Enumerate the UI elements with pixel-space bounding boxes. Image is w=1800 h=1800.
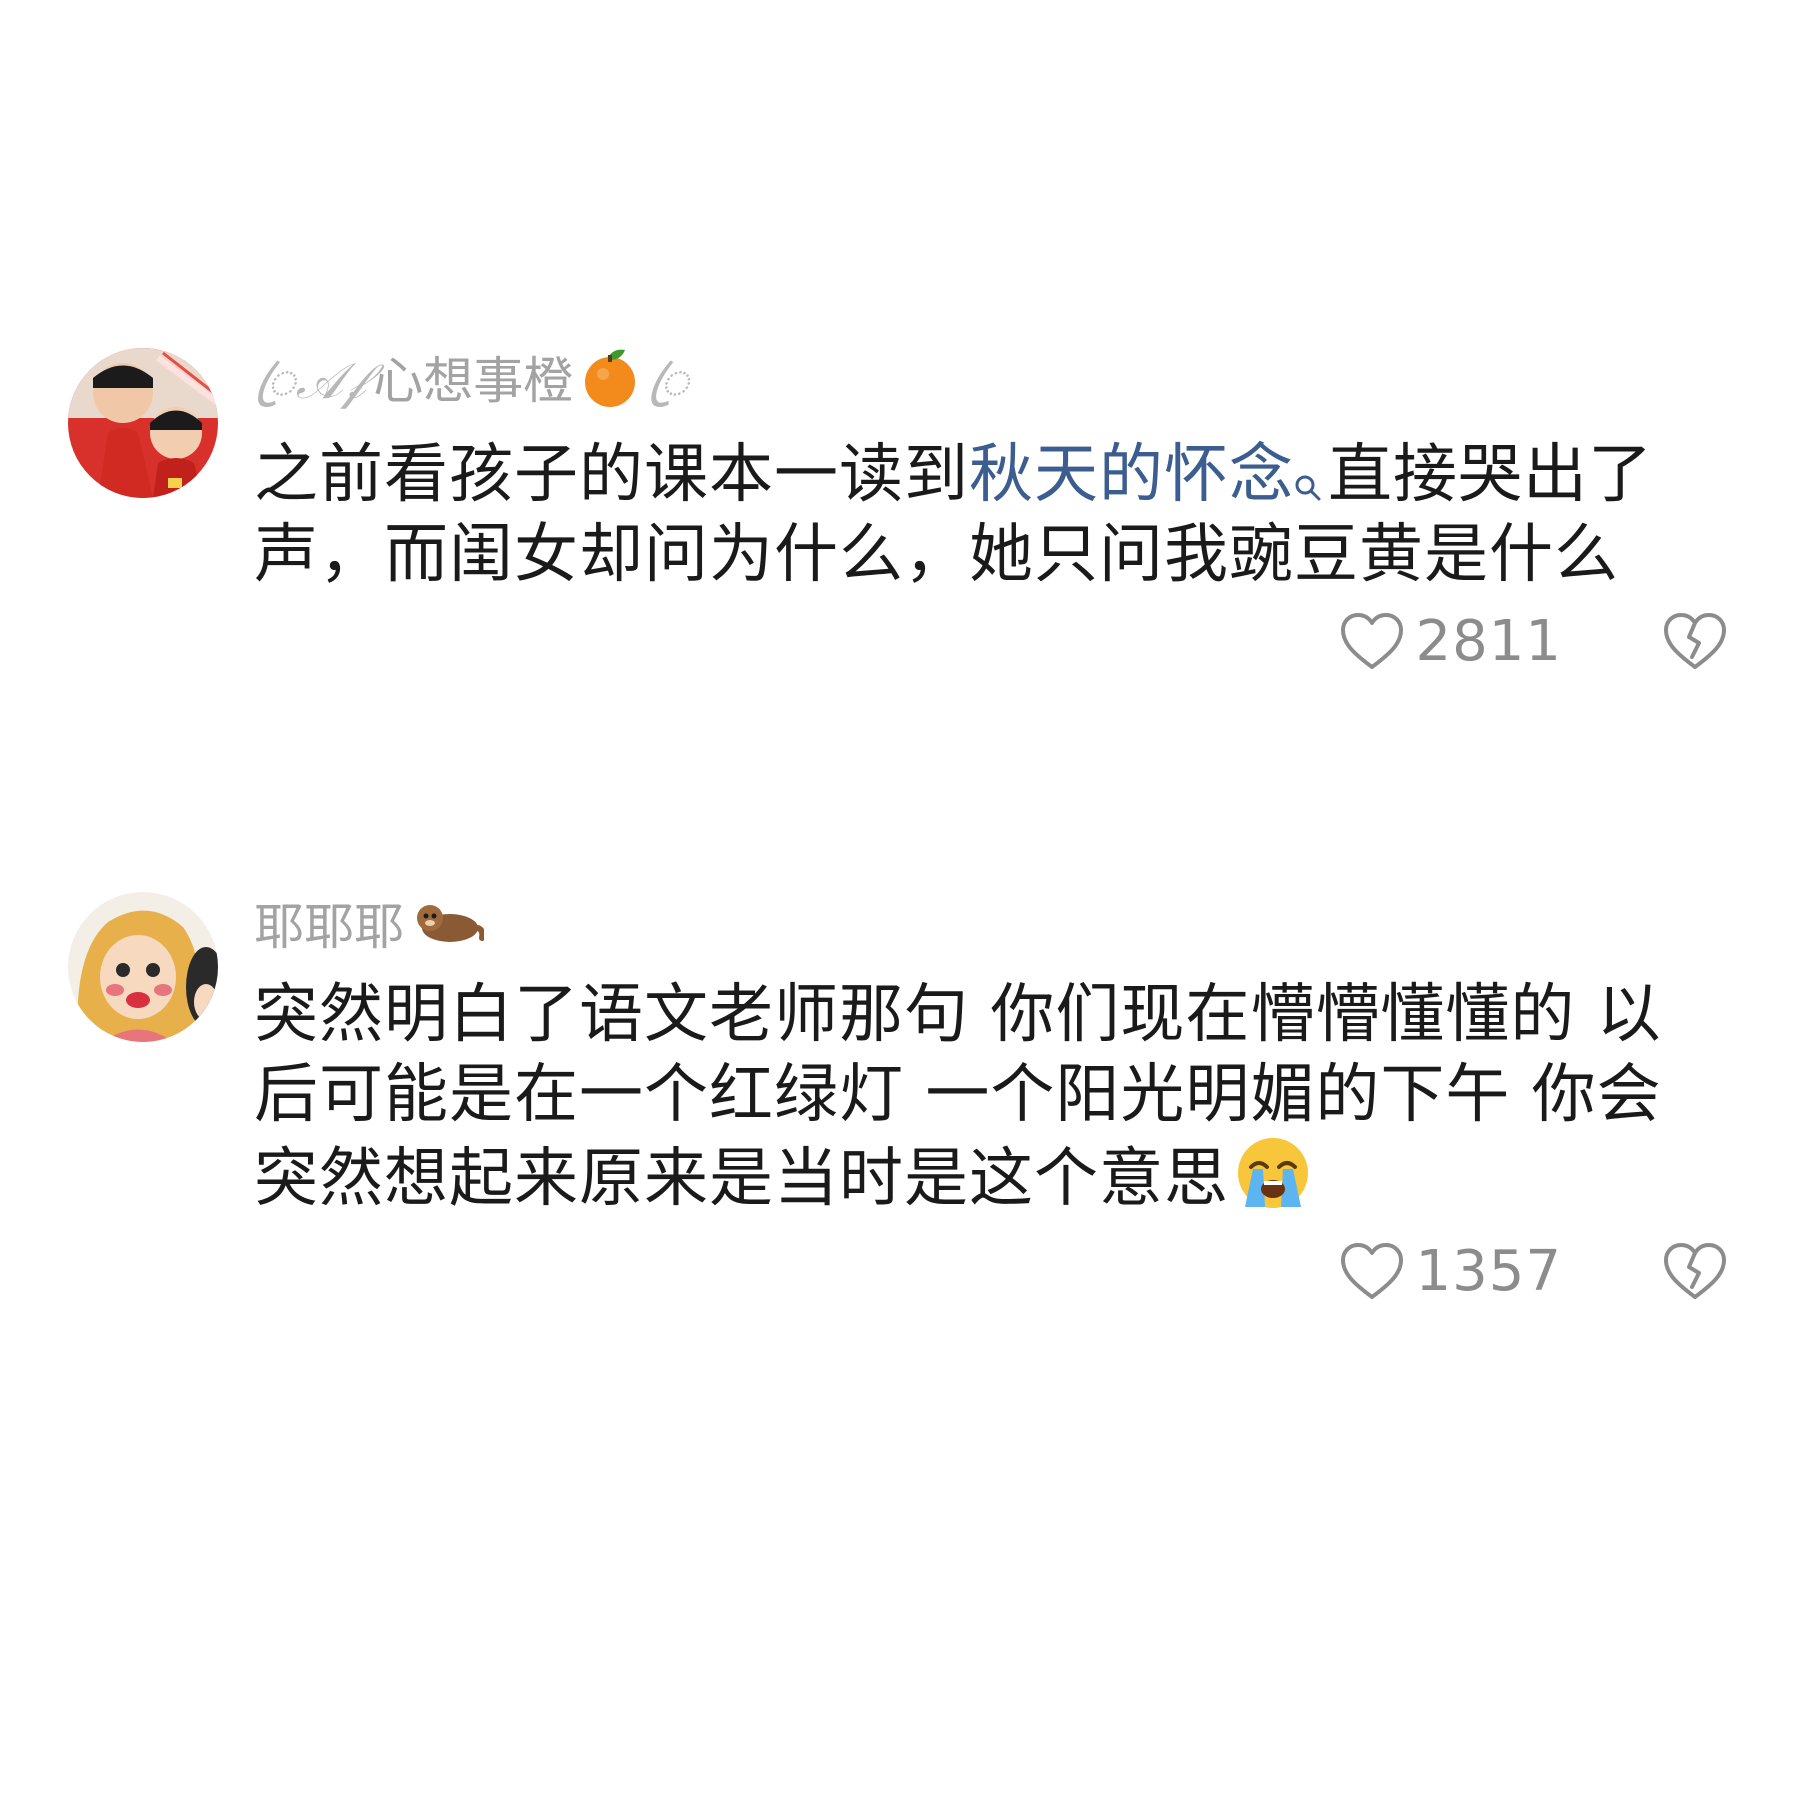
username-text: 耶耶耶 [254, 898, 404, 956]
broken-heart-icon [1664, 1243, 1726, 1299]
heart-icon [1339, 611, 1405, 671]
search-icon [1294, 441, 1322, 501]
dislike-button[interactable] [1662, 1241, 1728, 1301]
broken-heart-icon [1664, 613, 1726, 669]
like-button[interactable]: 1357 [1339, 1239, 1562, 1304]
comment-text-body: 突然明白了语文老师那句 你们现在懵懵懂懂的 以后可能是在一个红绿灯 一个阳光明媚… [254, 978, 1662, 1217]
avatar[interactable] [68, 348, 218, 498]
comment-text: 之前看孩子的课本一读到秋天的怀念 直接哭出了声，而闺女却问为什么，她只问我豌豆黄是… [254, 435, 1714, 595]
comment-text-before: 之前看孩子的课本一读到 [254, 438, 969, 512]
like-count: 2811 [1415, 608, 1562, 674]
username-prefix: ꦿ𝒜𝒻 [254, 352, 366, 410]
heart-icon [1339, 1241, 1405, 1301]
like-button[interactable]: 2811 [1339, 609, 1562, 674]
username-suffix: ꦿ [647, 352, 689, 410]
comment-text: 突然明白了语文老师那句 你们现在懵懵懂懂的 以后可能是在一个红绿灯 一个阳光明媚… [254, 975, 1714, 1230]
tangerine-emoji [581, 346, 639, 416]
avatar[interactable] [68, 892, 218, 1042]
username-text: 心想事橙 [373, 352, 574, 410]
search-link-text: 秋天的怀念 [969, 438, 1294, 512]
loudly-crying-face-emoji [1235, 1135, 1311, 1230]
like-count: 1357 [1415, 1238, 1562, 1304]
username[interactable]: ꦿ𝒜𝒻 心想事橙 ꦿ [254, 346, 689, 416]
otter-emoji [412, 898, 486, 956]
username[interactable]: 耶耶耶 [254, 898, 486, 956]
search-link[interactable]: 秋天的怀念 [969, 438, 1328, 512]
avatar-photo [68, 348, 218, 498]
comment-actions: 1357 [1339, 1236, 1728, 1306]
comment-actions: 2811 [1339, 606, 1728, 676]
dislike-button[interactable] [1662, 611, 1728, 671]
avatar-cartoon [68, 892, 218, 1042]
